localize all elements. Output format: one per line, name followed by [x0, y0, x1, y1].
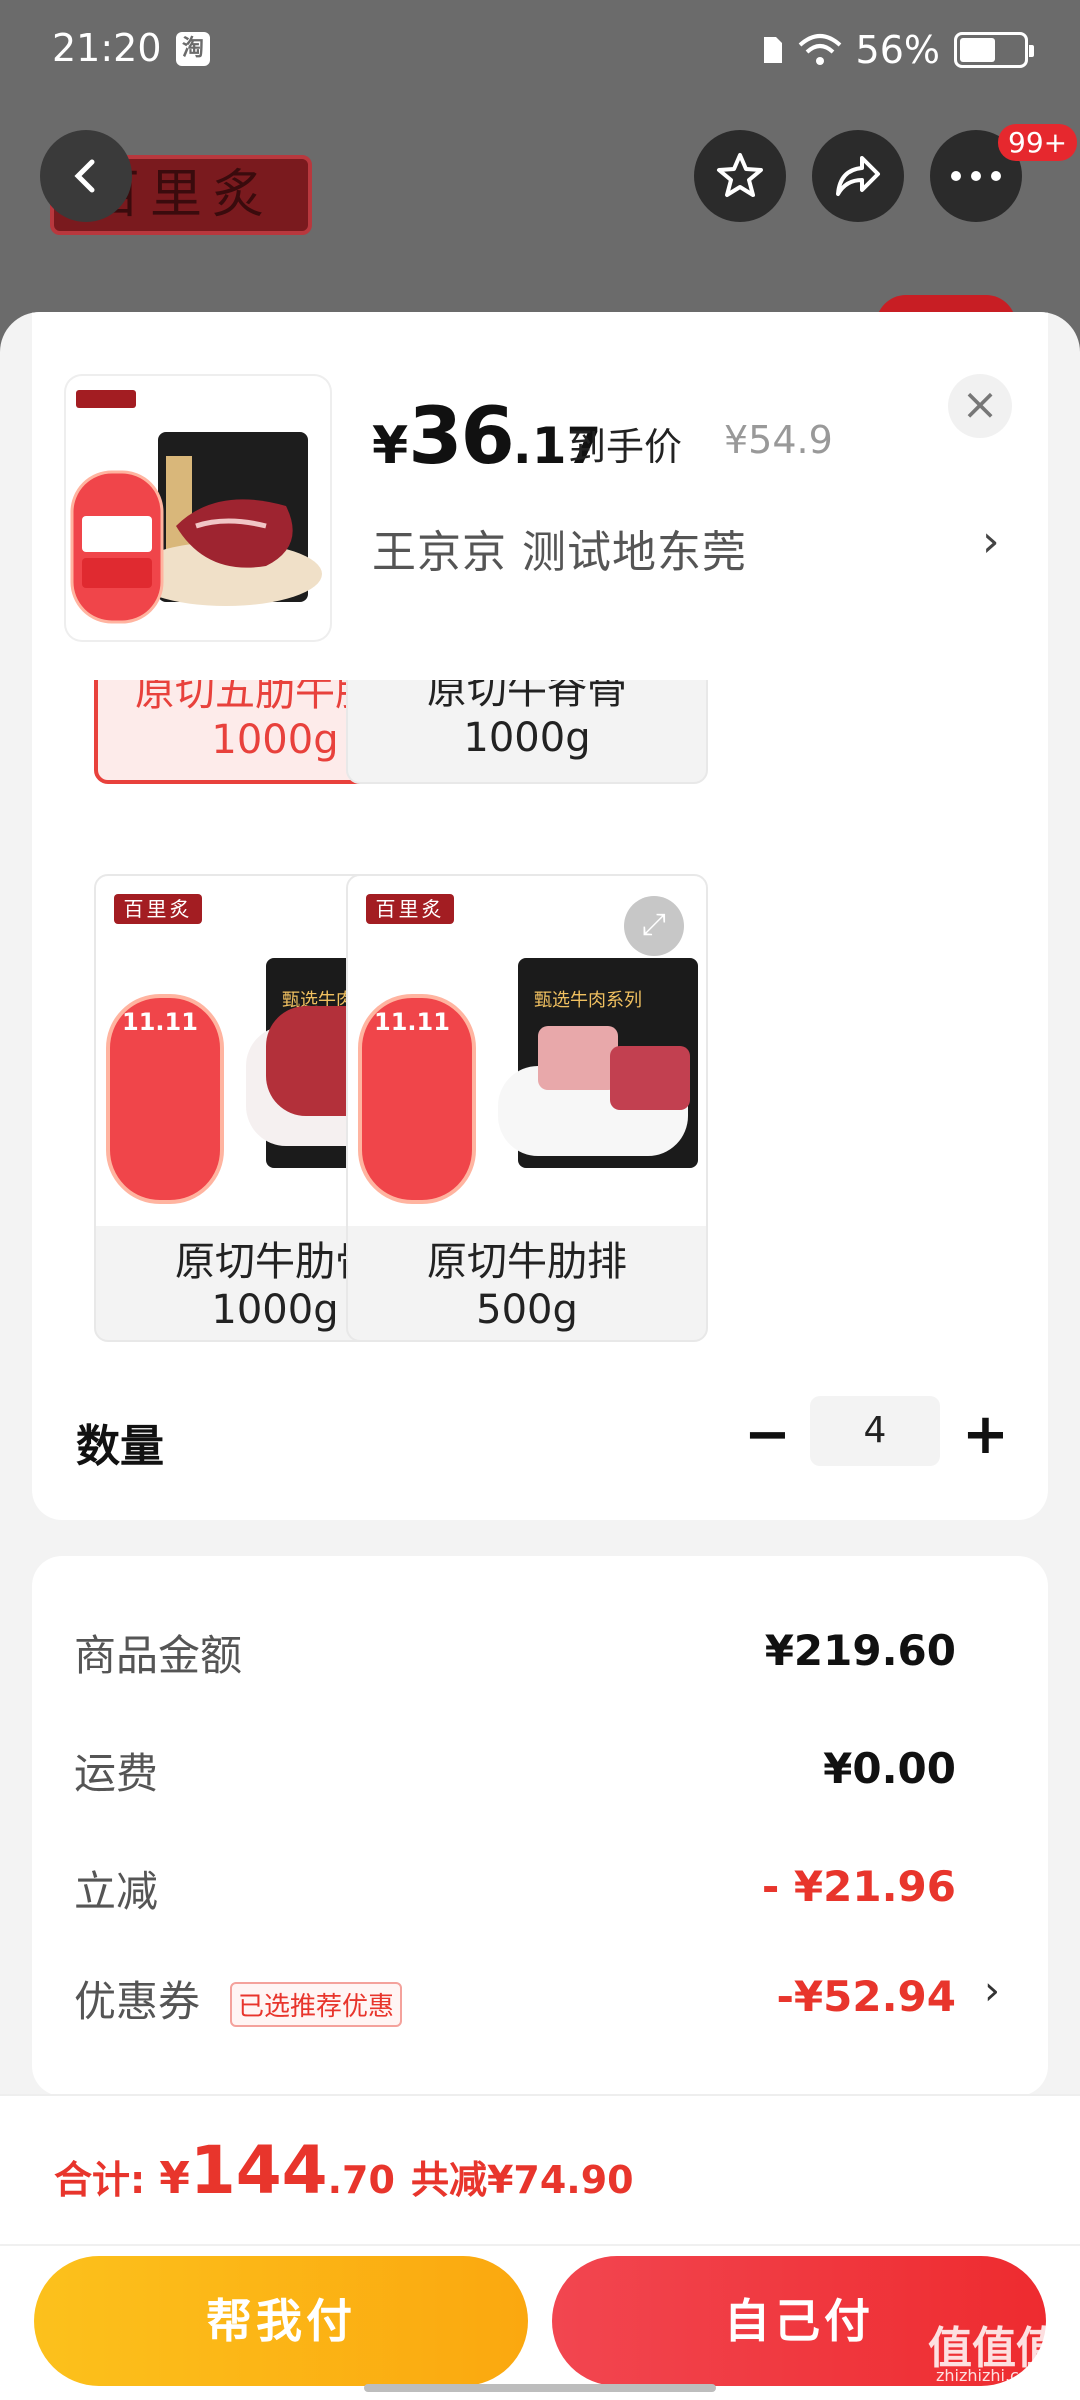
fee-row-shipping: 运费 ¥0.00 — [74, 1744, 956, 1798]
close-icon: × — [961, 379, 999, 430]
promo-badge: 11.11 — [358, 994, 476, 1204]
quantity-minus-button[interactable]: − — [744, 1402, 791, 1467]
chevron-left-icon — [74, 159, 95, 193]
pay-for-me-button[interactable]: 帮我付 — [34, 2256, 528, 2386]
close-button[interactable]: × — [948, 374, 1012, 438]
battery-icon — [954, 32, 1034, 68]
status-icons: 56% — [762, 28, 1034, 72]
option-weight: 500g — [476, 1287, 578, 1333]
sim-icon — [763, 37, 782, 63]
message-badge: 99+ — [998, 124, 1078, 161]
original-price: ¥54.9 — [724, 418, 833, 462]
quantity-input[interactable]: 4 — [810, 1396, 940, 1466]
options-card: 原切五肋牛肋排 1000g 原切牛脊骨 1000g 百里炙 ⤢ 甄选牛肉系列 1… — [32, 680, 1048, 1520]
brand-mini-logo: 百里炙 — [366, 894, 454, 924]
quantity-label: 数量 — [76, 1421, 164, 1472]
product-summary: ¥36.17 到手价 ¥54.9 × 王京京 测试地东莞 › — [32, 312, 1048, 680]
fee-breakdown: 商品金额 ¥219.60 运费 ¥0.00 立减 - ¥21.96 优惠券 已选… — [32, 1556, 1048, 2096]
chevron-right-icon[interactable]: › — [984, 1968, 1000, 2014]
favorite-button[interactable] — [694, 130, 786, 222]
expand-icon[interactable]: ⤢ — [624, 896, 684, 956]
battery-text: 56% — [855, 28, 940, 72]
fee-row-goods: 商品金额 ¥219.60 — [74, 1626, 956, 1680]
checkout-footer: 合计: ¥144.70 共减¥74.90 帮我付 自己付 — [0, 2094, 1080, 2400]
fee-row-discount: 立减 - ¥21.96 — [74, 1862, 956, 1916]
option-weight: 1000g — [463, 715, 591, 761]
taobao-app-icon: 淘 — [176, 32, 210, 66]
deal-price-label: 到手价 — [568, 425, 683, 469]
chevron-right-icon[interactable]: › — [982, 516, 1000, 567]
battery-level — [960, 38, 995, 62]
watermark-url: zhizhizhi.com — [936, 2366, 1045, 2385]
status-bar: 21:20 淘 56% — [0, 0, 1080, 100]
option-name: 原切牛肋排 — [427, 1239, 627, 1285]
delivery-address[interactable]: 王京京 测试地东莞 — [372, 516, 747, 580]
coupon-tag: 已选推荐优惠 — [230, 1982, 403, 2027]
total-amount: 合计: ¥144.70 共减¥74.90 — [54, 2132, 634, 2209]
brand-mini-logo: 百里炙 — [114, 894, 202, 924]
back-button[interactable] — [40, 130, 132, 222]
wifi-icon — [798, 34, 841, 65]
option-name: 原切牛脊骨 — [427, 680, 627, 713]
promo-badge: 11.11 — [106, 994, 224, 1204]
deal-price: ¥36.17 — [372, 392, 602, 482]
option-image: 百里炙 ⤢ 甄选牛肉系列 11.11 — [348, 876, 706, 1226]
product-image — [70, 390, 322, 624]
option-card[interactable]: 原切牛脊骨 1000g — [346, 680, 708, 784]
fee-row-coupon[interactable]: 优惠券 已选推荐优惠 -¥52.94 › — [74, 1968, 1000, 2028]
product-thumbnail[interactable] — [66, 376, 330, 640]
share-button[interactable] — [812, 130, 904, 222]
sku-sheet: ¥36.17 到手价 ¥54.9 × 王京京 测试地东莞 › 原切五肋牛肋排 1… — [0, 312, 1080, 2400]
home-indicator[interactable] — [364, 2384, 716, 2392]
share-icon — [836, 156, 880, 196]
star-icon — [717, 153, 763, 197]
total-saved: 共减¥74.90 — [410, 2158, 634, 2202]
option-card[interactable]: 百里炙 ⤢ 甄选牛肉系列 11.11 原切牛肋排 500g — [346, 874, 708, 1342]
more-icon — [951, 171, 1001, 181]
quantity-plus-button[interactable]: + — [962, 1402, 1009, 1467]
status-time: 21:20 — [52, 26, 162, 70]
